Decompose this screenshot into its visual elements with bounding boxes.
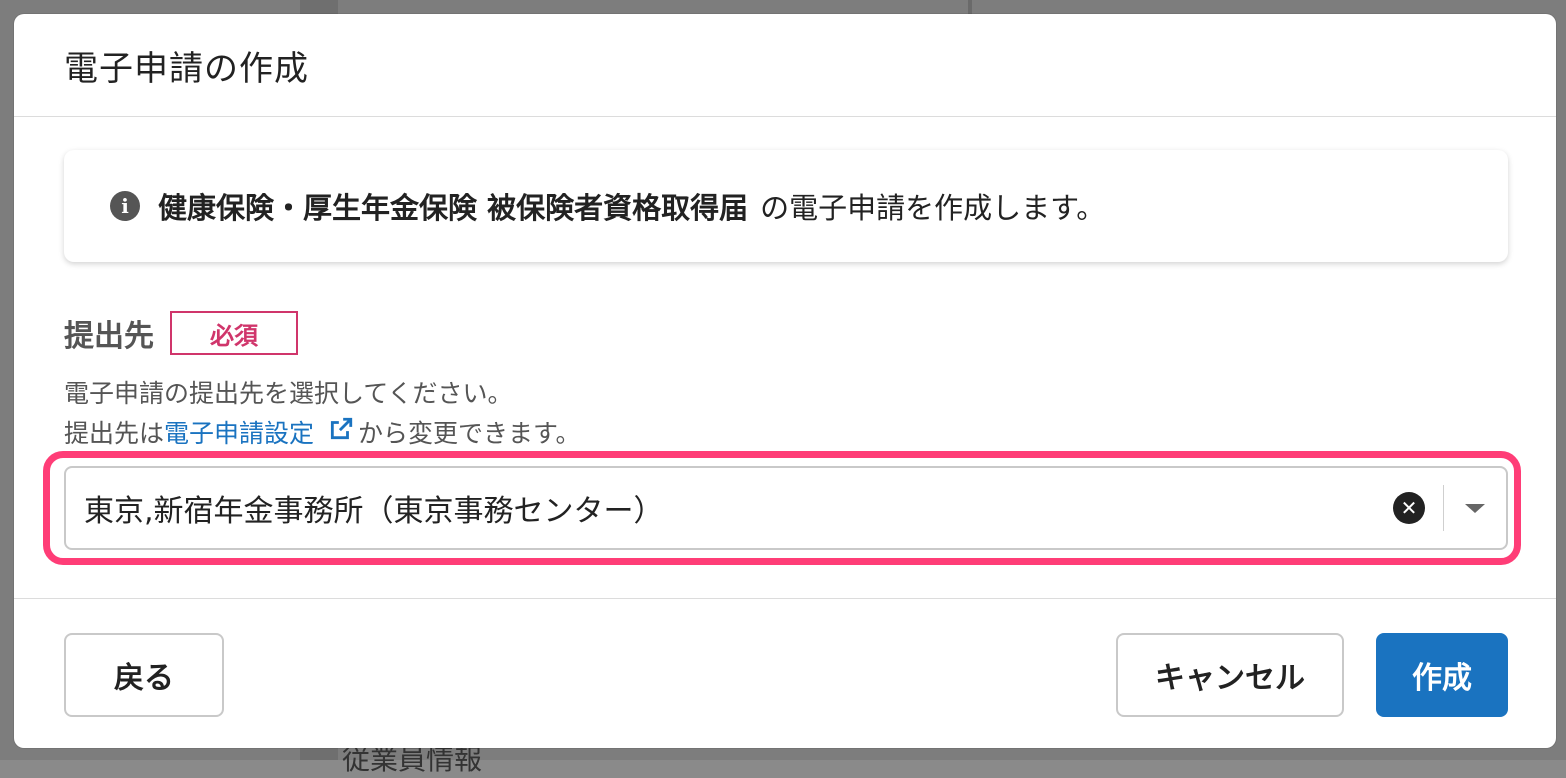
create-button[interactable]: 作成 xyxy=(1376,633,1508,717)
dialog-title: 電子申請の作成 xyxy=(64,48,309,89)
dialog-header: 電子申請の作成 xyxy=(14,14,1556,117)
info-message-text: の電子申請を作成します。 xyxy=(760,191,1106,225)
back-button[interactable]: 戻る xyxy=(64,633,224,717)
e-application-settings-link[interactable]: 電子申請設定 xyxy=(164,414,358,450)
background-divider xyxy=(968,0,972,14)
submission-destination-select[interactable]: 東京,新宿年金事務所（東京事務センター） ✕ xyxy=(64,466,1508,550)
cancel-button[interactable]: キャンセル xyxy=(1116,633,1344,717)
form-name: 健康保険・厚生年金保険 被保険者資格取得届 xyxy=(158,191,749,225)
dropdown-toggle[interactable] xyxy=(1444,468,1506,548)
external-link-icon xyxy=(328,416,354,442)
help-text-suffix: から変更できます。 xyxy=(357,419,581,448)
field-label-row: 提出先 必須 xyxy=(64,310,298,356)
help-text-line1: 電子申請の提出先を選択してください。 xyxy=(64,379,513,408)
background-panel xyxy=(300,0,338,14)
clear-icon[interactable]: ✕ xyxy=(1393,492,1425,524)
required-badge: 必須 xyxy=(170,311,298,355)
info-message-box: i 健康保険・厚生年金保険 被保険者資格取得届 の電子申請を作成します。 xyxy=(64,150,1508,262)
field-label: 提出先 xyxy=(64,319,154,354)
help-text-prefix: 提出先は xyxy=(64,419,165,448)
dialog-footer: 戻る キャンセル 作成 xyxy=(14,598,1556,748)
help-link-label: 電子申請設定 xyxy=(164,419,315,448)
selected-value: 東京,新宿年金事務所（東京事務センター） xyxy=(84,494,664,529)
help-text-line2: 提出先は 電子申請設定 から変更できます。 xyxy=(64,414,581,450)
create-e-application-dialog: 電子申請の作成 i 健康保険・厚生年金保険 被保険者資格取得届 の電子申請を作成… xyxy=(14,14,1556,748)
chevron-down-icon xyxy=(1465,503,1485,513)
info-icon: i xyxy=(110,191,140,221)
